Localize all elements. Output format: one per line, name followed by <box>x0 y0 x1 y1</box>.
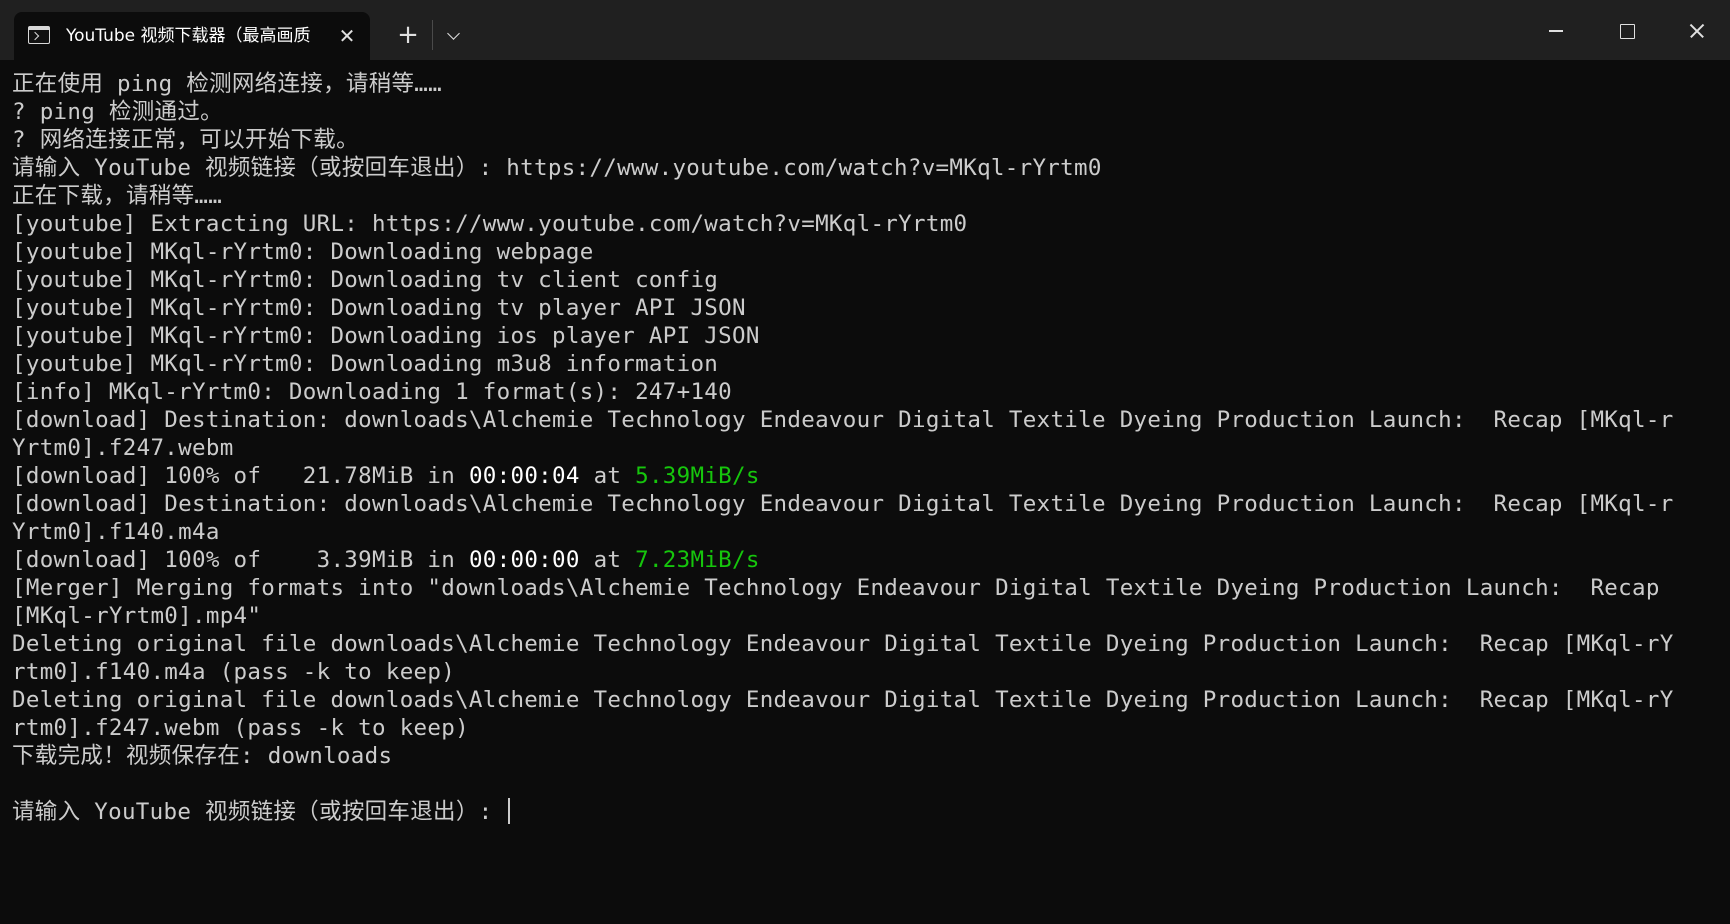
text-cursor <box>508 798 511 824</box>
progress-at: at <box>579 463 636 489</box>
terminal-line: Yrtm0].f140.m4a <box>12 519 220 545</box>
progress-at: at <box>579 547 636 573</box>
download-speed: 7.23MiB/s <box>635 547 760 573</box>
terminal-line: Yrtm0].f247.webm <box>12 435 234 461</box>
terminal-line: 请输入 YouTube 视频链接（或按回车退出）: https://www.yo… <box>12 155 1102 181</box>
close-tab-icon[interactable]: ✕ <box>332 21 362 51</box>
close-window-button[interactable] <box>1662 0 1730 60</box>
input-prompt-line[interactable]: 请输入 YouTube 视频链接（或按回车退出）: <box>12 798 1730 826</box>
download-speed: 5.39MiB/s <box>635 463 760 489</box>
terminal-line: Deleting original file downloads\Alchemi… <box>12 687 1674 713</box>
terminal-line: [Merger] Merging formats into "downloads… <box>12 575 1660 601</box>
terminal-line: [download] Destination: downloads\Alchem… <box>12 407 1674 433</box>
download-progress-line: [download] 100% of 3.39MiB in 00:00:00 a… <box>12 546 1730 574</box>
terminal-line: [youtube] Extracting URL: https://www.yo… <box>12 211 968 237</box>
terminal-line: ? ping 检测通过。 <box>12 99 223 125</box>
download-progress-line: [download] 100% of 21.78MiB in 00:00:04 … <box>12 462 1730 490</box>
terminal-line: [youtube] MKql-rYrtm0: Downloading tv pl… <box>12 295 746 321</box>
terminal-line: 正在使用 ping 检测网络连接，请稍等…… <box>12 71 442 97</box>
terminal-window: YouTube 视频下载器（最高画质 ✕ + 正在使用 ping 检测网络连接，… <box>0 0 1730 924</box>
elapsed-time: 00:00:00 <box>468 547 580 573</box>
title-bar: YouTube 视频下载器（最高画质 ✕ + <box>0 0 1730 60</box>
terminal-output[interactable]: 正在使用 ping 检测网络连接，请稍等…… ? ping 检测通过。 ? 网络… <box>0 60 1730 924</box>
chevron-down-icon[interactable] <box>438 20 470 52</box>
minimize-button[interactable] <box>1522 0 1590 60</box>
terminal-line: rtm0].f140.m4a (pass -k to keep) <box>12 659 456 685</box>
terminal-line: Deleting original file downloads\Alchemi… <box>12 631 1674 657</box>
progress-prefix: [download] 100% of 3.39MiB in <box>12 547 469 573</box>
terminal-line: ? 网络连接正常，可以开始下载。 <box>12 127 359 153</box>
tab-youtube-downloader[interactable]: YouTube 视频下载器（最高画质 ✕ <box>14 12 370 60</box>
terminal-line: rtm0].f247.webm (pass -k to keep) <box>12 715 469 741</box>
terminal-line: 下载完成！视频保存在: downloads <box>12 743 393 769</box>
terminal-line: [download] Destination: downloads\Alchem… <box>12 491 1674 517</box>
terminal-line: [youtube] MKql-rYrtm0: Downloading webpa… <box>12 239 594 265</box>
input-prompt: 请输入 YouTube 视频链接（或按回车退出）: <box>12 799 507 825</box>
tab-title: YouTube 视频下载器（最高画质 <box>66 26 311 46</box>
terminal-line: [youtube] MKql-rYrtm0: Downloading tv cl… <box>12 267 719 293</box>
terminal-line: [youtube] MKql-rYrtm0: Downloading m3u8 … <box>12 351 719 377</box>
terminal-line: [MKql-rYrtm0].mp4" <box>12 603 262 629</box>
elapsed-time: 00:00:04 <box>468 463 580 489</box>
maximize-button[interactable] <box>1592 0 1660 60</box>
terminal-line: [info] MKql-rYrtm0: Downloading 1 format… <box>12 379 732 405</box>
terminal-line: [youtube] MKql-rYrtm0: Downloading ios p… <box>12 323 760 349</box>
new-tab-button[interactable]: + <box>392 20 424 52</box>
terminal-icon <box>28 26 50 44</box>
tab-divider <box>432 20 433 50</box>
terminal-line: 正在下载，请稍等…… <box>12 183 223 209</box>
progress-prefix: [download] 100% of 21.78MiB in <box>12 463 469 489</box>
